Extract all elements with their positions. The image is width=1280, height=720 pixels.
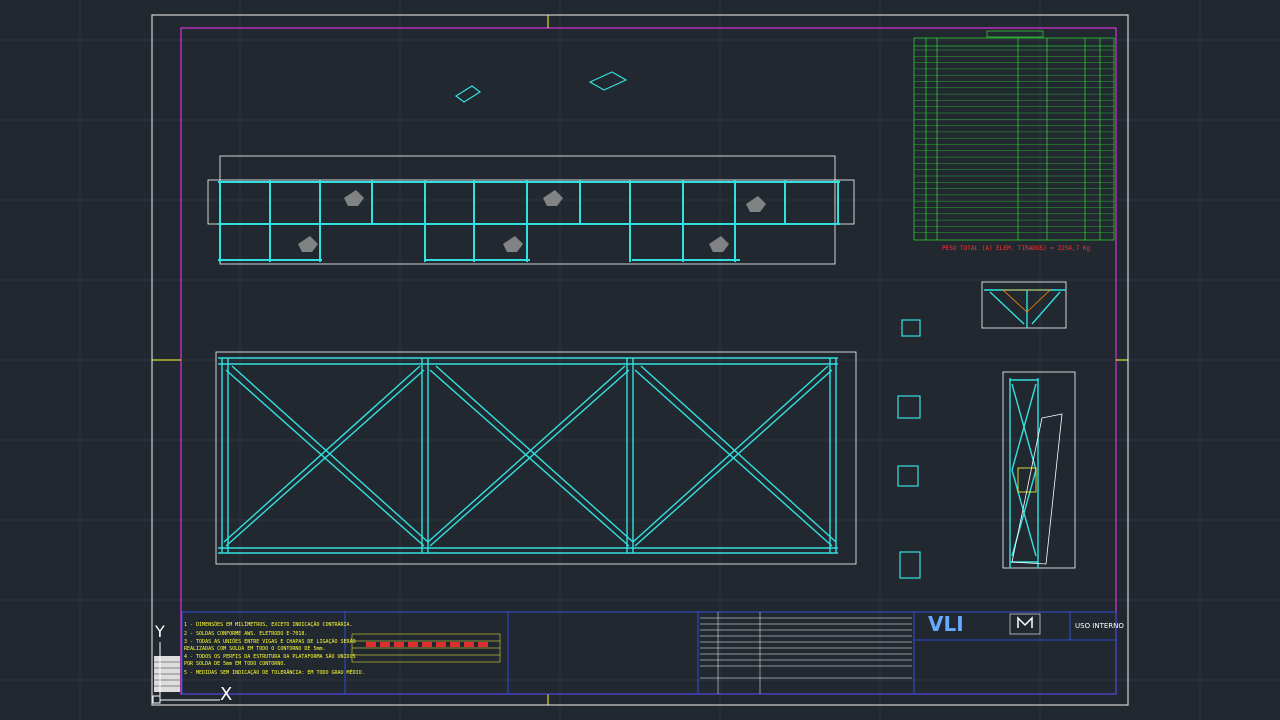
note-line-7: 5 - MEDIDAS SEM INDICAÇÃO DE TOLERÂNCIA:… [184, 670, 365, 676]
note-line-5: 4 - TODOS OS PERFIS DA ESTRUTURA DA PLAT… [184, 654, 356, 660]
section-details [454, 71, 921, 579]
ucs-y-axis-label: Y [155, 622, 165, 641]
ucs-x-axis-label: X [220, 684, 233, 705]
table-rows [914, 49, 1114, 233]
drawing-border [180, 27, 1117, 695]
note-line-4: REALIZADAS COM SOLDA EM TODO O CONTORNO … [184, 646, 326, 652]
drawing-canvas[interactable] [0, 0, 1280, 720]
note-line-3: 3 - TODAS AS UNIÕES ENTRE VIGAS E CHAPAS… [184, 639, 356, 645]
weld-table-fill [366, 642, 488, 647]
logo-text: VLI [928, 612, 964, 636]
note-line-6: POR SOLDA DE 5mm EM TODO CONTORNO. [184, 661, 287, 667]
company-logo [1009, 613, 1041, 635]
parts-list-title-box [986, 30, 1044, 38]
weld-table [351, 633, 501, 663]
plan-hatch-patches [298, 190, 766, 252]
gusset-detail [981, 281, 1067, 329]
truss-elevation [215, 351, 857, 565]
note-line-1: 1 - DIMENSÕES EM MILÍMETROS, EXCETO INDI… [184, 622, 353, 628]
note-line-2: 2 - SOLDAS CONFORME AWS. ELETRODO E-7018… [184, 631, 308, 637]
parts-list-table [913, 37, 1115, 241]
stamp-block [154, 656, 180, 692]
side-detail-view [1002, 371, 1076, 569]
usage-label: USO INTERNO [1075, 622, 1124, 630]
total-weight-label: PESO TOTAL (A) ELEM. TIRADOS) = 2254,7 K… [942, 245, 1091, 252]
